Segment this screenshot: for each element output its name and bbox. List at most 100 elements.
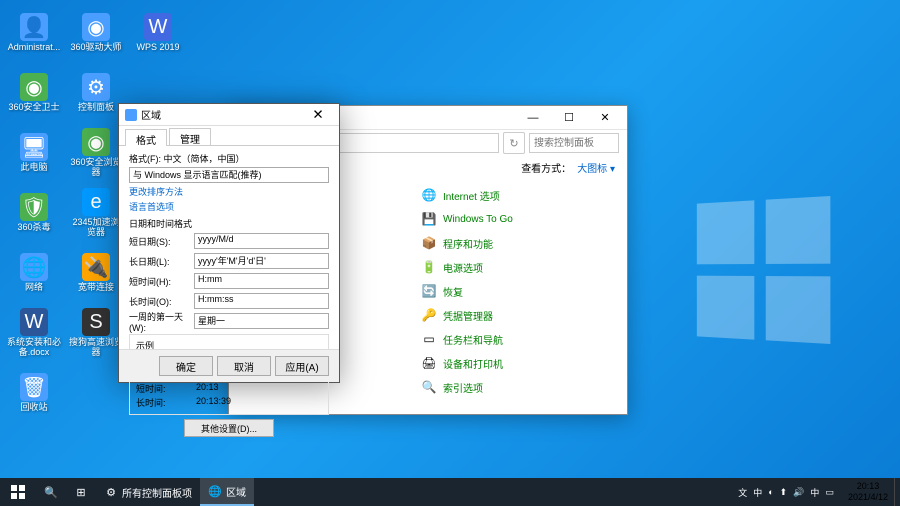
- taskbar-app-button[interactable]: ⚙所有控制面板项: [96, 478, 200, 506]
- icon-label: 此电脑: [20, 163, 47, 173]
- other-settings-button[interactable]: 其他设置(D)...: [184, 419, 274, 437]
- control-panel-item[interactable]: 🔑 凭据管理器: [417, 303, 597, 327]
- format-row: 短日期(S):yyyy/M/d: [129, 232, 329, 250]
- app-icon: ◉: [20, 73, 48, 101]
- item-icon: 🔋: [421, 259, 437, 275]
- control-panel-item[interactable]: 💾 Windows To Go: [417, 207, 597, 231]
- example-label: 长时间:: [136, 396, 196, 409]
- desktop-icon[interactable]: 🛡360杀毒: [4, 184, 64, 242]
- desktop-icon[interactable]: 👤Administrat...: [4, 4, 64, 62]
- app-icon: 🗑: [20, 373, 48, 401]
- desktop-icon[interactable]: WWPS 2019: [128, 4, 188, 62]
- format-row: 一周的第一天(W):星期一: [129, 312, 329, 330]
- refresh-button[interactable]: ↻: [503, 132, 525, 154]
- control-panel-item[interactable]: 📦程序和功能: [417, 231, 597, 255]
- start-button[interactable]: [0, 478, 36, 506]
- control-panel-item[interactable]: 🔋 电源选项: [417, 255, 597, 279]
- maximize-button[interactable]: ☐: [551, 108, 587, 128]
- app-label: 区域: [226, 484, 246, 499]
- task-view-button[interactable]: ⊞: [66, 478, 96, 506]
- icon-label: 回收站: [20, 403, 47, 413]
- icon-label: 控制面板: [78, 103, 114, 113]
- icon-label: 360驱动大师: [70, 43, 121, 53]
- desktop-icon[interactable]: 🔌宽带连接: [66, 244, 126, 302]
- control-panel-item[interactable]: ▭任务栏和导航: [417, 327, 597, 351]
- ok-button[interactable]: 确定: [159, 356, 213, 376]
- tab-admin[interactable]: 管理: [169, 128, 211, 145]
- apply-button[interactable]: 应用(A): [275, 356, 329, 376]
- example-row: 长时间:20:13:39: [136, 396, 322, 409]
- taskbar-app-button[interactable]: 🌐区域: [200, 478, 254, 506]
- item-icon: 💾: [421, 211, 437, 227]
- item-link[interactable]: 恢复: [443, 284, 463, 299]
- format-dropdown[interactable]: H:mm: [194, 273, 329, 289]
- item-link[interactable]: Windows To Go: [443, 214, 513, 225]
- tab-format[interactable]: 格式: [125, 129, 167, 146]
- lang-pref-link[interactable]: 语言首选项: [129, 200, 329, 213]
- dialog-titlebar[interactable]: 区域 ✕: [119, 104, 339, 126]
- format-row: 长时间(O):H:mm:ss: [129, 292, 329, 310]
- item-icon: 🔑: [421, 307, 437, 323]
- search-input[interactable]: [529, 133, 619, 153]
- desktop-icon[interactable]: ◉360安全浏览器: [66, 124, 126, 182]
- app-icon: 🛡: [20, 193, 48, 221]
- desktop-icon[interactable]: e2345加速浏览器: [66, 184, 126, 242]
- cancel-button[interactable]: 取消: [217, 356, 271, 376]
- format-dropdown[interactable]: yyyy'年'M'月'd'日': [194, 253, 329, 269]
- search-button[interactable]: 🔍: [36, 478, 66, 506]
- datetime-group-label: 日期和时间格式: [129, 217, 329, 230]
- app-icon: ◉: [82, 128, 110, 156]
- control-panel-item[interactable]: 🔄恢复: [417, 279, 597, 303]
- tray-icon[interactable]: ⬆: [780, 487, 788, 498]
- app-icon: ◉: [82, 13, 110, 41]
- icon-label: 网络: [25, 283, 43, 293]
- desktop-icon[interactable]: 🗑 回收站: [4, 364, 64, 422]
- tray-icon[interactable]: ◐: [768, 487, 773, 497]
- format-dropdown[interactable]: H:mm:ss: [194, 293, 329, 309]
- item-link[interactable]: 程序和功能: [443, 236, 493, 251]
- desktop-icon[interactable]: ⚙控制面板: [66, 64, 126, 122]
- tray-icon[interactable]: ▭: [825, 487, 834, 498]
- region-icon: [125, 109, 137, 121]
- item-link[interactable]: 电源选项: [443, 260, 483, 275]
- close-button[interactable]: ✕: [587, 108, 623, 128]
- item-link[interactable]: 任务栏和导航: [443, 332, 503, 347]
- icon-label: 360安全卫士: [8, 103, 59, 113]
- change-sort-link[interactable]: 更改排序方法: [129, 185, 329, 198]
- address-bar[interactable]: [315, 133, 499, 153]
- format-dropdown[interactable]: yyyy/M/d: [194, 233, 329, 249]
- control-panel-item[interactable]: 🖨设备和打印机: [417, 351, 597, 375]
- tray-icon[interactable]: 🔊: [793, 487, 804, 498]
- control-panel-item[interactable]: 🔍索引选项: [417, 375, 597, 399]
- desktop-icon[interactable]: S搜狗高速浏览器: [66, 304, 126, 362]
- desktop-icon[interactable]: ◉ 360驱动大师: [66, 4, 126, 62]
- control-panel-item[interactable]: 🌐 Internet 选项: [417, 183, 597, 207]
- tray-icon[interactable]: 中: [810, 486, 819, 499]
- system-tray[interactable]: 文中◐⬆🔊中▭: [730, 486, 842, 499]
- item-link[interactable]: Internet 选项: [443, 188, 500, 203]
- dialog-title: 区域: [141, 107, 161, 122]
- item-link[interactable]: 设备和打印机: [443, 356, 503, 371]
- app-icon: 🖥: [20, 133, 48, 161]
- row-label: 短时间(H):: [129, 275, 194, 288]
- item-link[interactable]: 索引选项: [443, 380, 483, 395]
- close-button[interactable]: ✕: [303, 106, 333, 124]
- tray-icon[interactable]: 文: [738, 486, 747, 499]
- item-link[interactable]: 凭据管理器: [443, 308, 493, 323]
- app-icon: 👤: [20, 13, 48, 41]
- item-icon: 🌐: [421, 187, 437, 203]
- desktop-icon[interactable]: 🖥 此电脑: [4, 124, 64, 182]
- view-dropdown[interactable]: 大图标 ▾: [577, 160, 615, 175]
- format-row: 短时间(H):H:mm: [129, 272, 329, 290]
- format-dropdown[interactable]: 与 Windows 显示语言匹配(推荐): [129, 167, 329, 183]
- row-label: 一周的第一天(W):: [129, 310, 194, 333]
- desktop-icon[interactable]: 🌐网络: [4, 244, 64, 302]
- clock-date: 2021/4/12: [848, 492, 888, 503]
- desktop-icon[interactable]: W系统安装和必备.docx: [4, 304, 64, 362]
- tray-icon[interactable]: 中: [753, 486, 762, 499]
- minimize-button[interactable]: —: [515, 108, 551, 128]
- format-dropdown[interactable]: 星期一: [194, 313, 329, 329]
- desktop-icon[interactable]: ◉ 360安全卫士: [4, 64, 64, 122]
- clock[interactable]: 20:13 2021/4/12: [842, 481, 894, 503]
- show-desktop-button[interactable]: [894, 478, 900, 506]
